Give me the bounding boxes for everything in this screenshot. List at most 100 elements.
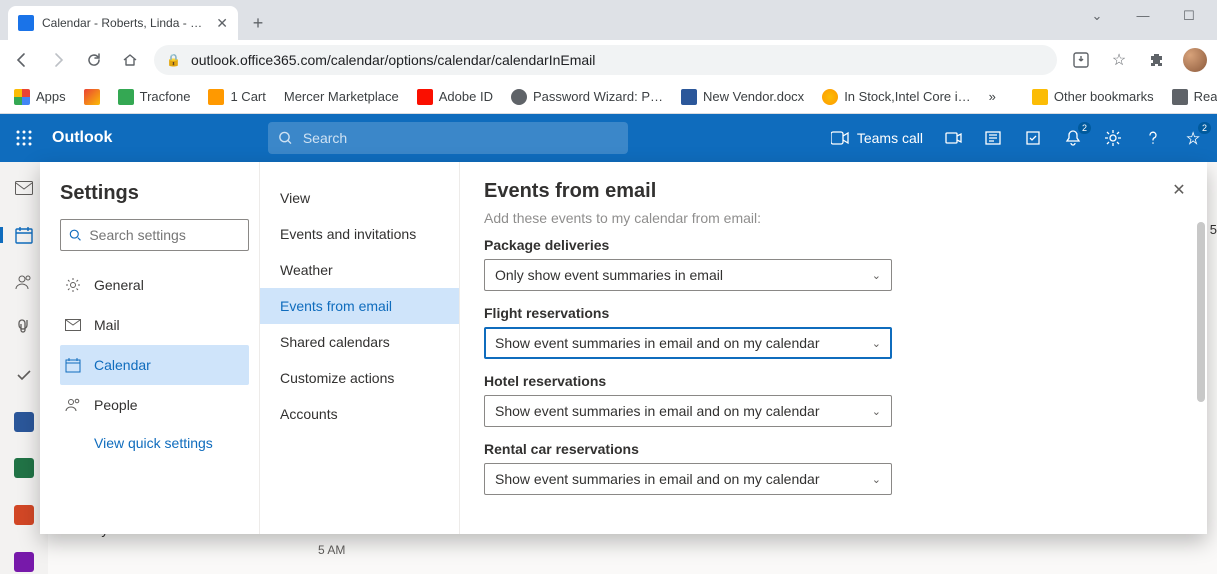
gear-icon (64, 277, 82, 293)
tab-favicon (18, 15, 34, 31)
dropdown-flight-reservations[interactable]: Show event summaries in email and on my … (484, 327, 892, 359)
todo-icon[interactable] (1023, 128, 1043, 148)
chevron-down-icon: ⌄ (872, 405, 881, 418)
notif-badge: 2 (1078, 122, 1091, 134)
url-text: outlook.office365.com/calendar/options/c… (191, 52, 595, 68)
maximize-icon[interactable]: ☐ (1175, 8, 1203, 24)
feedback-icon[interactable]: 2 (1183, 128, 1203, 148)
scrollbar[interactable] (1197, 222, 1205, 402)
dropdown-rental-car-reservations[interactable]: Show event summaries in email and on my … (484, 463, 892, 495)
cat-calendar[interactable]: Calendar (60, 345, 249, 385)
mail-icon (64, 319, 82, 331)
minimize-icon[interactable]: — (1129, 8, 1157, 24)
dropdown-package-deliveries[interactable]: Only show event summaries in email ⌄ (484, 259, 892, 291)
notifications-icon[interactable]: 2 (1063, 128, 1083, 148)
forward-button[interactable] (46, 48, 70, 72)
time-label: 5 AM (318, 543, 1197, 557)
bm-adobe[interactable]: Adobe ID (417, 89, 493, 105)
extensions-icon[interactable] (1145, 48, 1169, 72)
field-hotel-reservations: Hotel reservations Show event summaries … (484, 373, 1183, 427)
settings-search[interactable] (60, 219, 249, 251)
bm-overflow[interactable]: » (989, 89, 996, 104)
settings-title: Settings (60, 182, 249, 205)
close-dialog-button[interactable]: ✕ (1165, 176, 1193, 204)
excel-icon (14, 458, 34, 478)
gmail-icon (84, 89, 100, 105)
browser-tabstrip: Calendar - Roberts, Linda - Outlo ✕ + ⌄ … (0, 0, 1217, 40)
cat-people[interactable]: People (60, 385, 249, 425)
sub-accounts[interactable]: Accounts (260, 396, 459, 432)
reload-button[interactable] (82, 48, 106, 72)
chevron-down-icon[interactable]: ⌄ (1083, 8, 1111, 24)
search-icon (278, 130, 293, 146)
install-app-icon[interactable] (1069, 48, 1093, 72)
amazon-icon (208, 89, 224, 105)
field-label: Flight reservations (484, 305, 1183, 321)
browser-toolbar: 🔒 outlook.office365.com/calendar/options… (0, 40, 1217, 80)
cat-mail[interactable]: Mail (60, 305, 249, 345)
app-launcher-icon[interactable] (0, 114, 48, 162)
apps-shortcut[interactable]: Apps (14, 89, 66, 105)
address-bar[interactable]: 🔒 outlook.office365.com/calendar/options… (154, 45, 1057, 75)
chevron-down-icon: ⌄ (872, 269, 881, 282)
suite-search-input[interactable] (303, 130, 618, 146)
settings-search-input[interactable] (89, 227, 240, 243)
meet-now-icon[interactable] (943, 128, 963, 148)
sub-events-from-email[interactable]: Events from email (260, 288, 459, 324)
cat-general[interactable]: General (60, 265, 249, 305)
help-icon[interactable] (1143, 128, 1163, 148)
bm-cart[interactable]: 1 Cart (208, 89, 265, 105)
sub-shared-calendars[interactable]: Shared calendars (260, 324, 459, 360)
dropdown-hotel-reservations[interactable]: Show event summaries in email and on my … (484, 395, 892, 427)
field-label: Hotel reservations (484, 373, 1183, 389)
feedback-badge: 2 (1198, 122, 1211, 134)
panel-subheading: Add these events to my calendar from ema… (484, 210, 1183, 226)
other-bookmarks[interactable]: Other bookmarks (1032, 89, 1154, 105)
profile-avatar[interactable] (1183, 48, 1207, 72)
bm-newvendor[interactable]: New Vendor.docx (681, 89, 804, 105)
new-tab-button[interactable]: + (244, 9, 272, 37)
rail-onenote[interactable] (0, 549, 48, 574)
disc-icon (822, 89, 838, 105)
tracfone-icon (118, 89, 134, 105)
apps-icon (14, 89, 30, 105)
star-icon[interactable]: ☆ (1107, 48, 1131, 72)
ppt-icon (14, 505, 34, 525)
word-icon (681, 89, 697, 105)
bm-tracfone[interactable]: Tracfone (118, 89, 191, 105)
tab-close-icon[interactable]: ✕ (216, 15, 228, 32)
field-rental-car-reservations: Rental car reservations Show event summa… (484, 441, 1183, 495)
sub-view[interactable]: View (260, 180, 459, 216)
field-label: Package deliveries (484, 237, 1183, 253)
window-controls: ⌄ — ☐ (1083, 8, 1217, 24)
settings-gear-icon[interactable] (1103, 128, 1123, 148)
word-icon (14, 412, 34, 432)
reading-list[interactable]: Reading (1172, 89, 1217, 105)
field-label: Rental car reservations (484, 441, 1183, 457)
lock-icon: 🔒 (166, 53, 181, 67)
sub-events-invitations[interactable]: Events and invitations (260, 216, 459, 252)
back-button[interactable] (10, 48, 34, 72)
home-button[interactable] (118, 48, 142, 72)
folder-icon (1032, 89, 1048, 105)
bookmarks-bar: Apps Tracfone 1 Cart Mercer Marketplace … (0, 80, 1217, 114)
news-icon[interactable] (983, 128, 1003, 148)
bm-pwizard[interactable]: Password Wizard: P… (511, 89, 663, 105)
app-body: ⌄ My calendars 5 AM 5 Settings General M… (0, 162, 1217, 574)
bm-instock[interactable]: In Stock,Intel Core i… (822, 89, 970, 105)
suite-search[interactable] (268, 122, 628, 154)
sub-customize-actions[interactable]: Customize actions (260, 360, 459, 396)
search-icon (69, 228, 81, 242)
sub-weather[interactable]: Weather (260, 252, 459, 288)
settings-categories: Settings General Mail Calendar People (40, 162, 260, 534)
bm-gmail[interactable] (84, 89, 100, 105)
view-quick-settings-link[interactable]: View quick settings (60, 425, 249, 451)
bm-mercer[interactable]: Mercer Marketplace (284, 89, 399, 104)
reading-list-icon (1172, 89, 1188, 105)
outlook-header: Outlook Teams call 2 2 (0, 114, 1217, 162)
browser-tab[interactable]: Calendar - Roberts, Linda - Outlo ✕ (8, 6, 238, 40)
panel-title: Events from email (484, 180, 1183, 203)
teams-call-button[interactable]: Teams call (831, 130, 923, 146)
partial-num: 5 (1210, 222, 1217, 237)
settings-dialog: Settings General Mail Calendar People (40, 162, 1207, 534)
